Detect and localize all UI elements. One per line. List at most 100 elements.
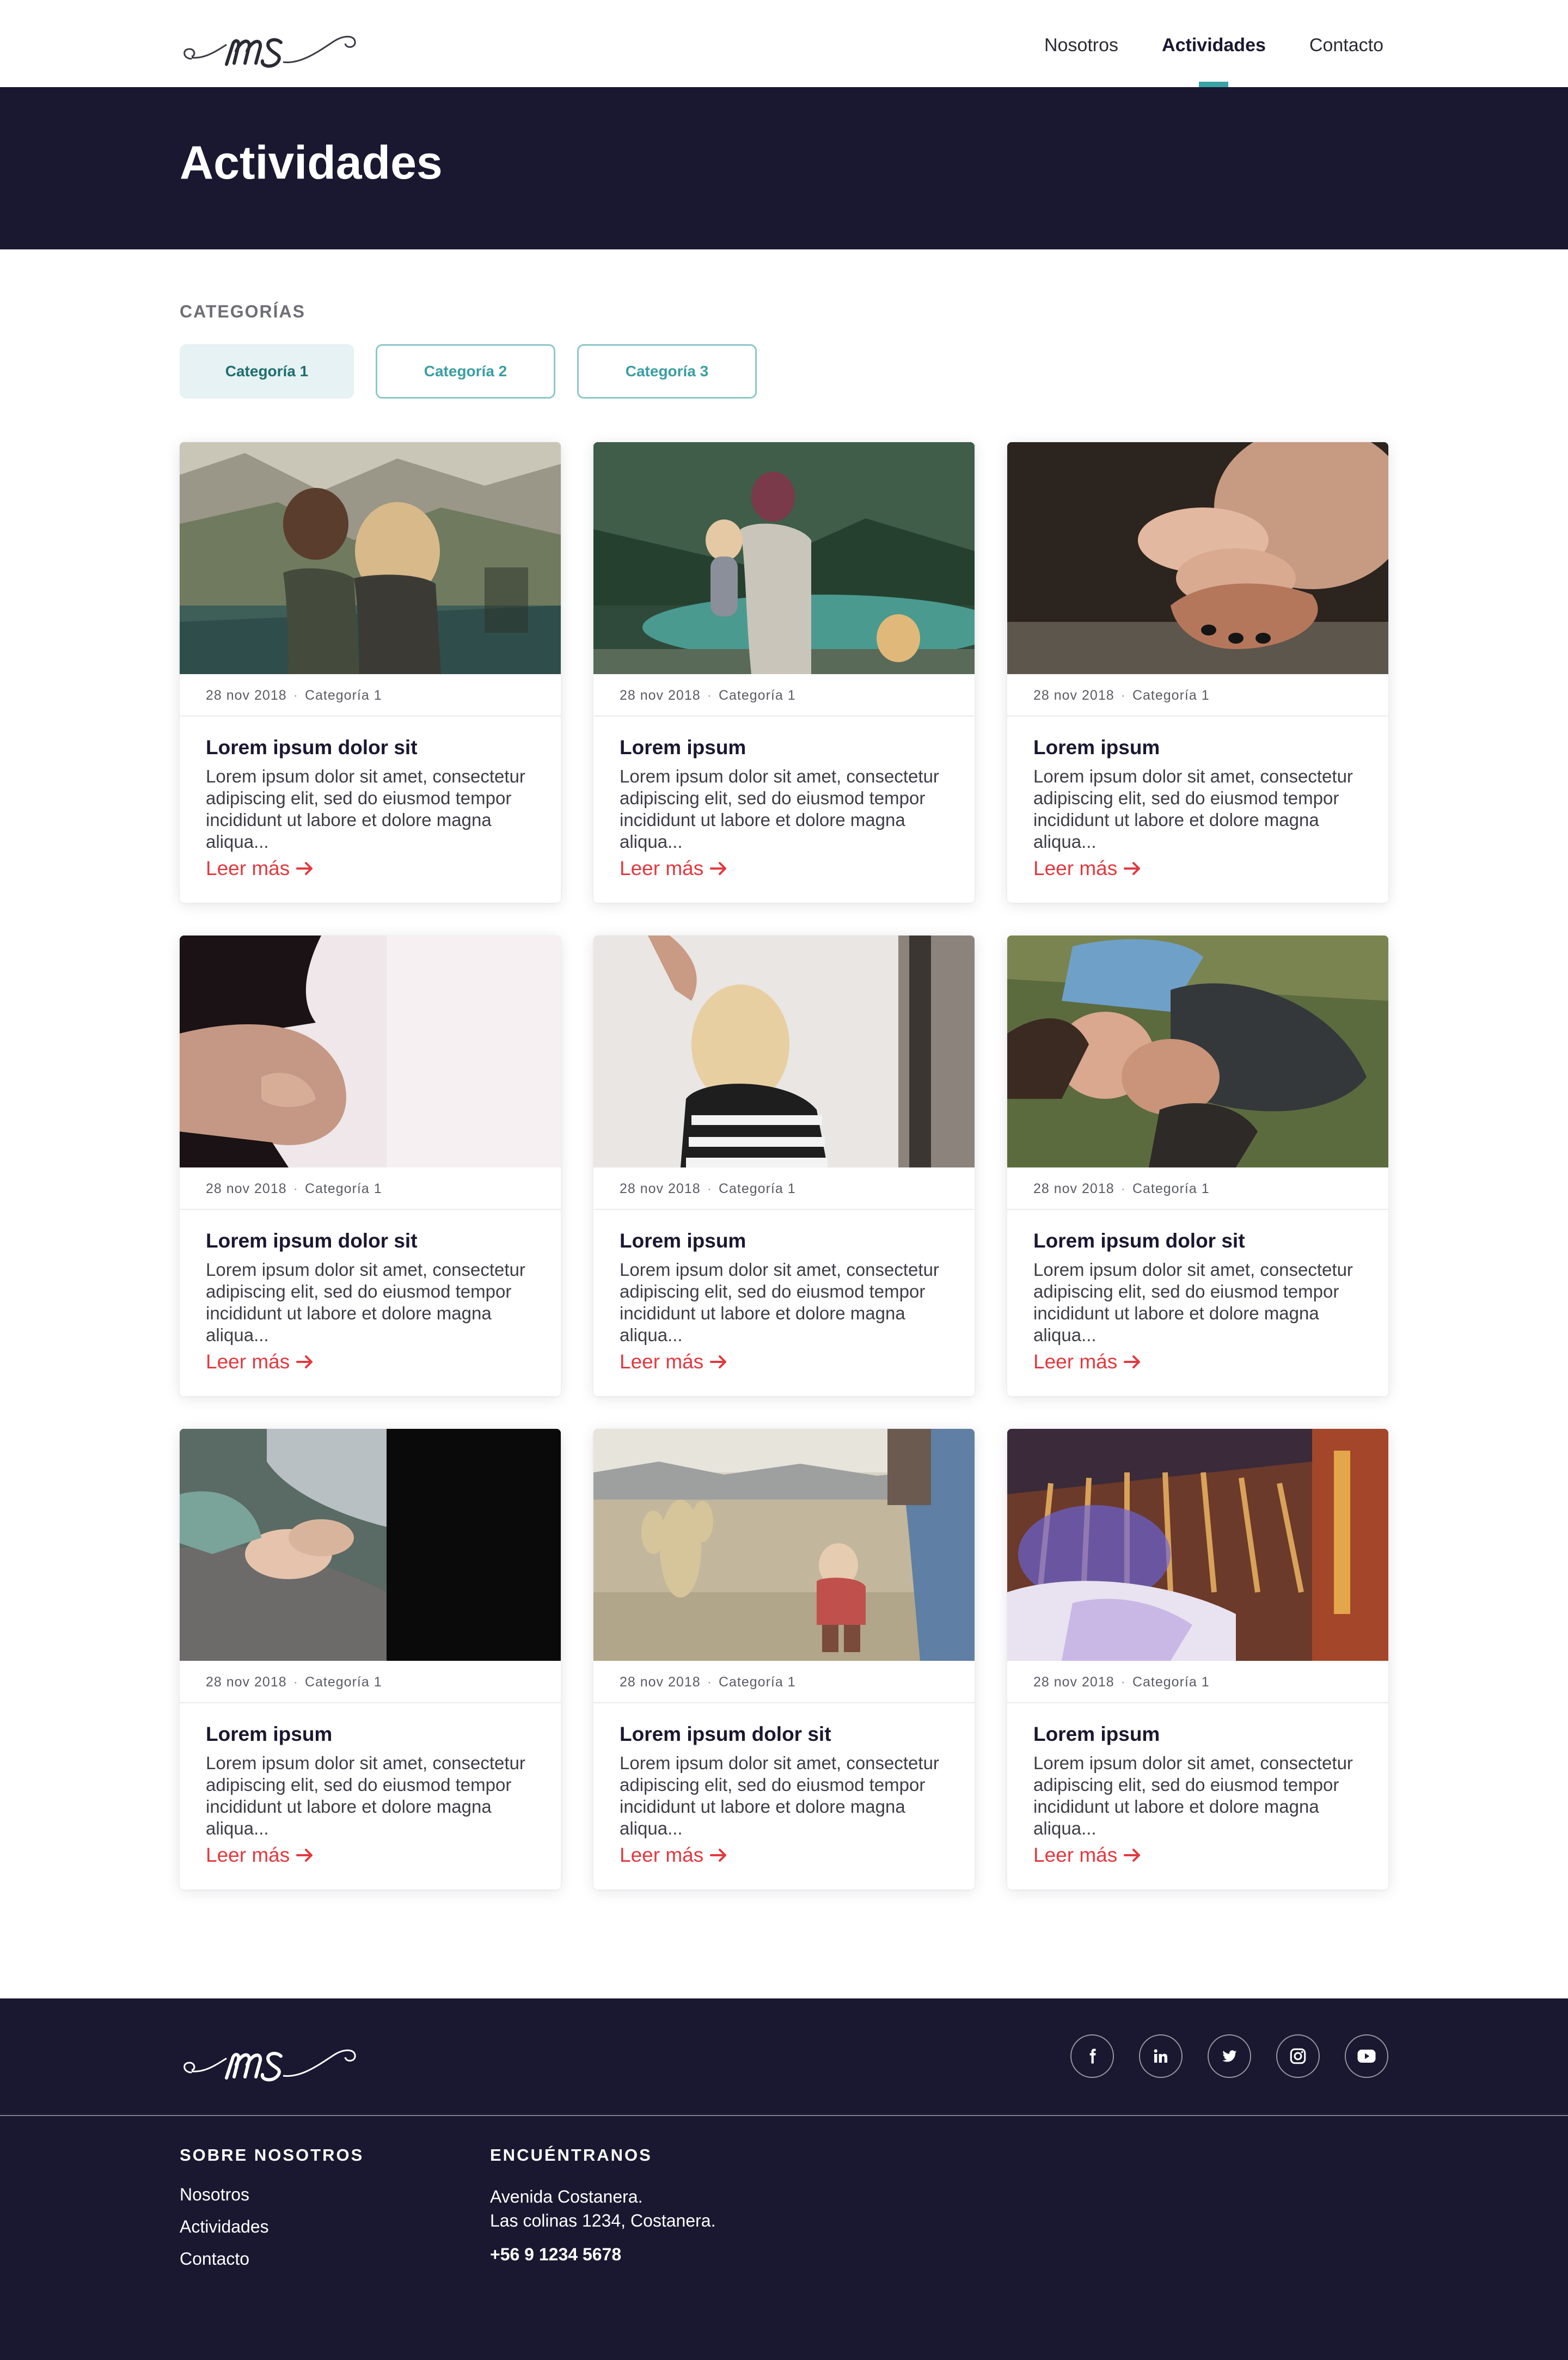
arrow-right-icon — [296, 1849, 313, 1862]
footer-divider — [0, 2115, 1568, 2116]
read-more-label: Leer más — [206, 1844, 290, 1866]
read-more-link[interactable]: Leer más — [1033, 1843, 1141, 1868]
card-meta: 28 nov 2018 · Categoría 1 — [180, 674, 561, 717]
card-excerpt: Lorem ipsum dolor sit amet, consectetur … — [206, 766, 525, 852]
youtube-icon[interactable] — [1345, 2034, 1388, 2078]
card-category: Categoría 1 — [304, 688, 382, 703]
card-meta: 28 nov 2018 · Categoría 1 — [1007, 674, 1388, 717]
card-date: 28 nov 2018 — [206, 1181, 287, 1196]
read-more-link[interactable]: Leer más — [206, 1349, 314, 1374]
main-nav: Nosotros Actividades Contacto — [1001, 0, 1383, 87]
card-excerpt: Lorem ipsum dolor sit amet, consectetur … — [1033, 1260, 1353, 1345]
card-date: 28 nov 2018 — [206, 688, 287, 703]
category-chip-3[interactable]: Categoría 3 — [577, 344, 757, 399]
twitter-icon[interactable] — [1208, 2034, 1251, 2078]
card-meta: 28 nov 2018 · Categoría 1 — [593, 1167, 975, 1210]
card-title[interactable]: Lorem ipsum — [206, 1723, 538, 1746]
card-category: Categoría 1 — [1132, 1674, 1210, 1690]
card-title[interactable]: Lorem ipsum — [1033, 736, 1365, 759]
arrow-right-icon — [296, 862, 313, 875]
read-more-link[interactable]: Leer más — [620, 1843, 727, 1868]
card-date: 28 nov 2018 — [1033, 1181, 1114, 1196]
linkedin-icon[interactable] — [1139, 2034, 1183, 2078]
card-excerpt: Lorem ipsum dolor sit amet, consectetur … — [620, 766, 939, 852]
category-chip-1[interactable]: Categoría 1 — [180, 344, 354, 399]
read-more-link[interactable]: Leer más — [620, 856, 727, 881]
card-date: 28 nov 2018 — [620, 1181, 701, 1196]
card-meta: 28 nov 2018 · Categoría 1 — [180, 1167, 561, 1210]
facebook-icon[interactable] — [1070, 2034, 1114, 2078]
card-meta: 28 nov 2018 · Categoría 1 — [593, 1661, 975, 1703]
page-title: Actividades — [180, 137, 443, 189]
arrow-right-icon — [1124, 862, 1141, 875]
card-image-girl-hair[interactable] — [593, 936, 975, 1167]
read-more-link[interactable]: Leer más — [206, 1843, 314, 1868]
footer-find-heading: ENCUÉNTRANOS — [490, 2145, 652, 2165]
footer-link-actividades[interactable]: Actividades — [180, 2217, 364, 2237]
card-image-clothes-hangers[interactable] — [1007, 1429, 1388, 1661]
read-more-link[interactable]: Leer más — [206, 856, 314, 881]
card-image-two-women-lake[interactable] — [180, 442, 561, 674]
card-category: Categoría 1 — [718, 1674, 796, 1690]
activity-card[interactable]: 28 nov 2018 · Categoría 1 Lorem ipsum Lore… — [180, 1429, 561, 1890]
card-image-desert-walk[interactable] — [593, 1429, 975, 1661]
card-date: 28 nov 2018 — [620, 1674, 701, 1690]
activity-card[interactable]: 28 nov 2018 · Categoría 1 Lorem ipsum Lore… — [593, 442, 975, 903]
ms-logo-footer[interactable] — [180, 2029, 357, 2087]
activity-card[interactable]: 28 nov 2018 · Categoría 1 Lorem ipsum dolo… — [1007, 936, 1388, 1396]
card-category: Categoría 1 — [718, 1181, 796, 1196]
read-more-label: Leer más — [1033, 1844, 1118, 1866]
card-meta: 28 nov 2018 · Categoría 1 — [180, 1661, 561, 1703]
read-more-label: Leer más — [620, 1844, 704, 1866]
read-more-label: Leer más — [206, 1350, 290, 1373]
card-title[interactable]: Lorem ipsum dolor sit — [1033, 1230, 1365, 1252]
footer-link-nosotros[interactable]: Nosotros — [180, 2185, 364, 2205]
card-image-mother-child-mountain[interactable] — [593, 442, 975, 674]
activity-card[interactable]: 28 nov 2018 · Categoría 1 Lorem ipsum Lore… — [1007, 1429, 1388, 1890]
card-image-mother-daughter-grass[interactable] — [1007, 936, 1388, 1167]
activity-card[interactable]: 28 nov 2018 · Categoría 1 Lorem ipsum dolo… — [180, 442, 561, 903]
footer-link-contacto[interactable]: Contacto — [180, 2249, 364, 2269]
footer-phone[interactable]: +56 9 1234 5678 — [490, 2245, 715, 2265]
card-title[interactable]: Lorem ipsum dolor sit — [206, 1230, 538, 1252]
card-image-holding-hands[interactable] — [180, 1429, 561, 1661]
ms-logo[interactable] — [180, 15, 357, 73]
card-meta: 28 nov 2018 · Categoría 1 — [593, 674, 975, 717]
card-image-pregnant-belly[interactable] — [180, 936, 561, 1167]
footer-about: SOBRE NOSOTROS Nosotros Actividades Cont… — [180, 2145, 364, 2281]
category-chip-2[interactable]: Categoría 2 — [376, 344, 555, 399]
card-date: 28 nov 2018 — [1033, 688, 1114, 703]
arrow-right-icon — [296, 1355, 313, 1368]
card-excerpt: Lorem ipsum dolor sit amet, consectetur … — [1033, 1753, 1353, 1838]
footer-address-line-2: Las colinas 1234, Costanera. — [490, 2211, 716, 2230]
arrow-right-icon — [1124, 1355, 1141, 1368]
activity-card[interactable]: 28 nov 2018 · Categoría 1 Lorem ipsum dolo… — [593, 1429, 975, 1890]
nav-link-contacto[interactable]: Contacto — [1309, 0, 1383, 87]
card-excerpt: Lorem ipsum dolor sit amet, consectetur … — [620, 1753, 939, 1838]
read-more-link[interactable]: Leer más — [620, 1349, 727, 1374]
card-title[interactable]: Lorem ipsum — [620, 1230, 952, 1252]
read-more-link[interactable]: Leer más — [1033, 856, 1141, 881]
activity-card[interactable]: 28 nov 2018 · Categoría 1 Lorem ipsum Lore… — [1007, 442, 1388, 903]
card-excerpt: Lorem ipsum dolor sit amet, consectetur … — [206, 1260, 525, 1345]
read-more-label: Leer más — [206, 857, 290, 879]
card-date: 28 nov 2018 — [1033, 1674, 1114, 1690]
card-title[interactable]: Lorem ipsum — [1033, 1723, 1365, 1746]
card-date: 28 nov 2018 — [206, 1674, 287, 1690]
categories-label: CATEGORÍAS — [180, 302, 305, 321]
card-title[interactable]: Lorem ipsum — [620, 736, 952, 759]
card-date: 28 nov 2018 — [620, 688, 701, 703]
card-excerpt: Lorem ipsum dolor sit amet, consectetur … — [620, 1260, 939, 1345]
card-meta: 28 nov 2018 · Categoría 1 — [1007, 1661, 1388, 1703]
nav-link-actividades[interactable]: Actividades — [1162, 0, 1266, 87]
arrow-right-icon — [710, 1355, 727, 1368]
card-category: Categoría 1 — [1132, 688, 1210, 703]
instagram-icon[interactable] — [1276, 2034, 1320, 2078]
activity-card[interactable]: 28 nov 2018 · Categoría 1 Lorem ipsum Lore… — [593, 936, 975, 1396]
card-title[interactable]: Lorem ipsum dolor sit — [620, 1723, 952, 1746]
card-title[interactable]: Lorem ipsum dolor sit — [206, 736, 538, 759]
activity-card[interactable]: 28 nov 2018 · Categoría 1 Lorem ipsum dolo… — [180, 936, 561, 1396]
card-image-baby-feet[interactable] — [1007, 442, 1388, 674]
nav-link-nosotros[interactable]: Nosotros — [1044, 0, 1118, 87]
read-more-link[interactable]: Leer más — [1033, 1349, 1141, 1374]
